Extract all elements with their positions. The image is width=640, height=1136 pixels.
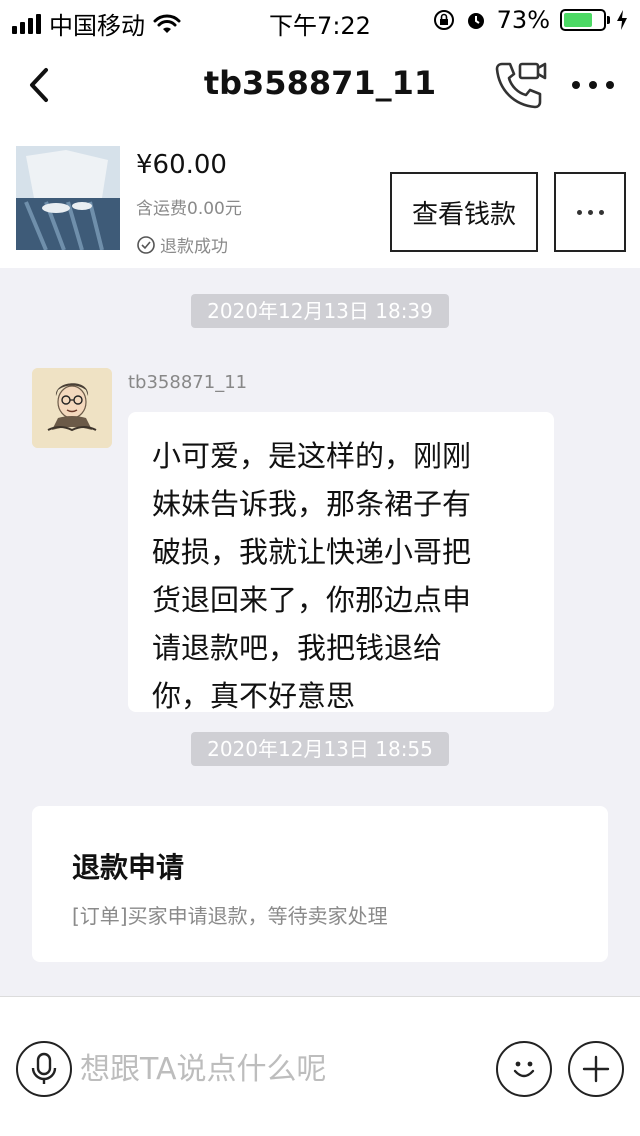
order-shipping: 含运费0.00元 [136,199,242,219]
refund-card-description: [订单]买家申请退款，等待卖家处理 [72,904,388,928]
input-bar [0,996,640,1136]
dot-icon [587,209,593,215]
back-chevron-icon[interactable] [20,62,60,108]
refund-request-card[interactable]: 退款申请 [订单]买家申请退款，等待卖家处理 [32,806,608,962]
more-options-icon[interactable] [566,62,620,108]
alarm-icon [467,13,484,29]
message-line: 货退回来了，你那边点申 [152,583,472,617]
view-money-button[interactable]: 查看钱款 [390,172,538,252]
battery-percent: 73% [496,6,550,34]
message-line: 破损，我就让快递小哥把 [152,535,472,569]
status-right: 73% [433,6,628,34]
order-card[interactable]: ¥60.00 含运费0.00元 退款成功 查看钱款 [0,130,640,268]
video-call-icon[interactable] [492,58,548,112]
message-line: 请退款吧，我把钱退给 [152,631,443,665]
message-bubble[interactable]: 小可爱，是这样的，刚刚 妹妹告诉我，那条裙子有 破损，我就让快递小哥把 货退回来… [128,412,554,713]
chat-timestamp: 2020年12月13日 18:39 [191,294,449,328]
voice-input-button[interactable] [16,1041,72,1097]
charging-icon [617,10,627,30]
dot-icon [576,209,582,215]
dot-icon [598,209,604,215]
plus-icon [582,1055,610,1083]
message-line: 你，真不好意思 [152,679,356,713]
add-more-button[interactable] [568,1041,624,1097]
smiley-icon [513,1061,535,1078]
message-line: 小可爱，是这样的，刚刚 [152,439,472,473]
chat-title: tb358871_11 [203,64,437,102]
nav-bar: tb358871_11 [0,40,640,130]
avatar-image [32,368,112,448]
order-price: ¥60.00 [136,150,227,180]
chat-timestamp: 2020年12月13日 18:55 [191,732,449,766]
order-status-label: 退款成功 [160,237,228,257]
sender-name: tb358871_11 [128,372,248,393]
order-more-button[interactable] [554,172,626,252]
microphone-icon [31,1052,57,1084]
product-image [16,146,120,250]
emoji-button[interactable] [496,1041,552,1097]
product-thumbnail[interactable] [16,146,120,250]
order-status: 退款成功 [136,232,228,257]
avatar[interactable] [32,368,112,448]
rotation-lock-icon [433,10,454,30]
status-bar: 中国移动 下午7:22 73% [0,0,640,40]
message-line: 妹妹告诉我，那条裙子有 [152,487,472,521]
refund-card-title: 退款申请 [72,851,185,884]
battery-fill [564,13,592,27]
message-input[interactable] [80,1045,480,1093]
battery-icon [560,9,610,31]
check-circle-icon [137,235,155,254]
